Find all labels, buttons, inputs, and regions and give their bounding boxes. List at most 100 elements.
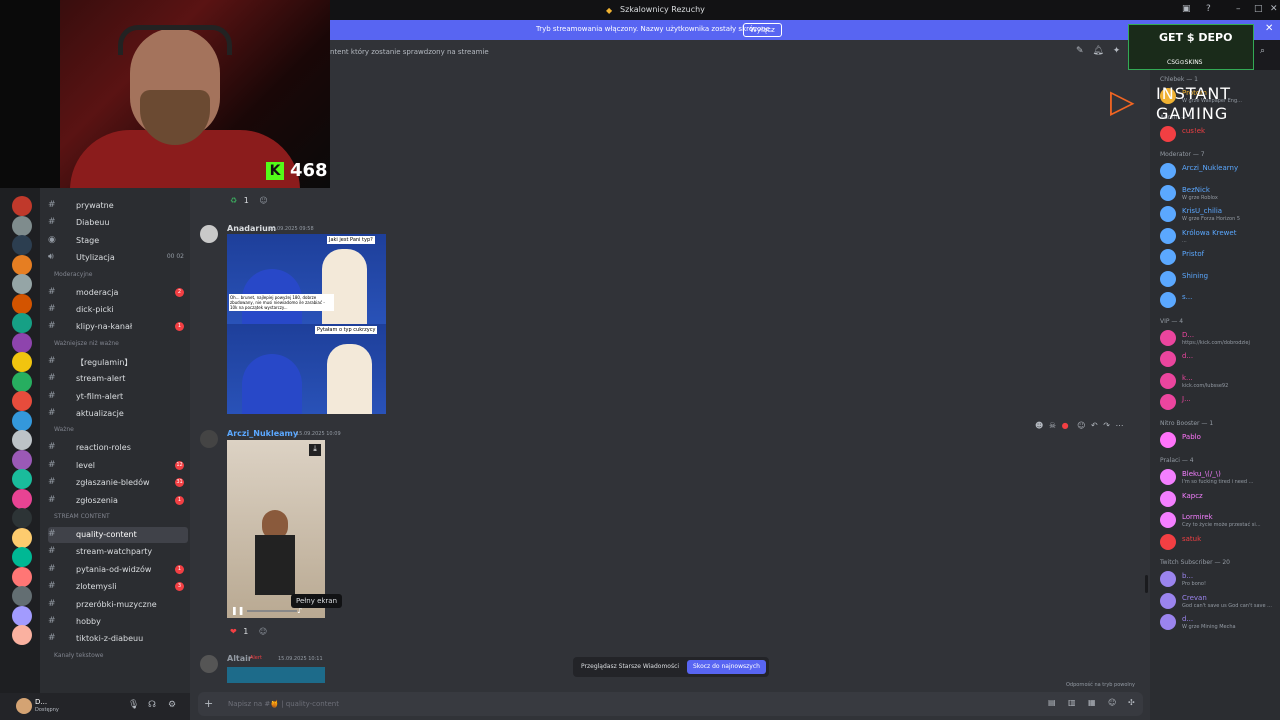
member-item[interactable]: Lormirek Czy to życie może przestać si... — [1160, 510, 1280, 530]
message-author[interactable]: Arczi_Nukleamy — [227, 429, 298, 438]
channel-item[interactable]: # 【regulamin】 — [48, 354, 188, 370]
channel-item[interactable]: # Diabeuu — [48, 215, 188, 231]
channel-item[interactable]: # dick-picki — [48, 302, 188, 318]
server-icon[interactable] — [12, 371, 32, 392]
jump-to-latest-button[interactable]: Skocz do najnowszych — [687, 660, 766, 674]
server-icon[interactable] — [12, 332, 32, 353]
minimize-button[interactable]: – — [1236, 4, 1241, 14]
server-icon[interactable] — [12, 254, 32, 275]
sticker-icon[interactable]: ▦ — [1088, 698, 1096, 707]
chat-scrollbar[interactable] — [1145, 575, 1148, 593]
add-reaction-icon[interactable]: ☺ — [259, 627, 267, 636]
pin-icon[interactable]: ✦ — [1113, 46, 1121, 56]
server-icon[interactable] — [12, 235, 32, 255]
channel-item[interactable]: # tiktoki-z-diabeuu — [48, 631, 188, 647]
server-icon[interactable] — [12, 488, 32, 509]
channel-item[interactable]: # klipy-na-kanał 1 — [48, 319, 188, 335]
member-item[interactable]: Pristof — [1160, 247, 1280, 267]
server-icon[interactable] — [12, 449, 32, 470]
server-icon[interactable] — [12, 313, 32, 333]
channel-item[interactable]: # aktualizacje — [48, 406, 188, 422]
emoji-picker-icon[interactable]: ☺ — [1108, 698, 1116, 707]
member-item[interactable]: KrisU_chilia W grze Forza Horizon 5 — [1160, 204, 1280, 224]
server-icon[interactable] — [12, 430, 32, 450]
server-icon[interactable] — [12, 547, 32, 567]
plus-icon[interactable]: + — [204, 697, 213, 710]
channel-category[interactable]: Ważne — [54, 426, 74, 433]
channel-item[interactable]: # reaction-roles — [48, 440, 188, 456]
channel-category[interactable]: Ważniejsze niż ważne — [54, 340, 119, 347]
channel-item[interactable]: # przeróbki-muzyczne — [48, 597, 188, 613]
banner-close-icon[interactable]: ✕ — [1265, 23, 1273, 34]
download-icon[interactable]: ⤓ — [309, 444, 321, 456]
channel-item[interactable]: # zlotemysli 3 — [48, 579, 188, 595]
threads-icon[interactable]: ✎ — [1076, 46, 1084, 56]
server-icon[interactable] — [12, 352, 32, 372]
member-item[interactable]: BezNick W grze Roblox — [1160, 183, 1280, 203]
server-icon[interactable] — [12, 586, 32, 606]
channel-item[interactable]: # stream-watchparty — [48, 544, 188, 560]
channel-category[interactable]: Moderacyjne — [54, 271, 93, 278]
server-icon[interactable] — [12, 566, 32, 587]
channel-item[interactable]: # moderacja 2 — [48, 285, 188, 301]
avatar[interactable] — [200, 655, 218, 673]
reply-icon[interactable]: ↶ — [1091, 421, 1098, 430]
forward-icon[interactable]: ↷ — [1103, 421, 1110, 430]
help-icon[interactable]: ? — [1206, 4, 1211, 14]
member-item[interactable]: Kapcz — [1160, 489, 1280, 509]
channel-item[interactable]: # stream-alert — [48, 371, 188, 387]
gift-icon[interactable]: ▤ — [1048, 698, 1056, 707]
headphones-icon[interactable]: ☊ — [148, 700, 156, 710]
server-icon[interactable] — [12, 293, 32, 314]
channel-item[interactable]: 🔊︎ Utylizacja 00 02 — [48, 250, 188, 266]
member-item[interactable]: s... — [1160, 290, 1280, 310]
member-item[interactable]: b... Pro bono! — [1160, 569, 1280, 589]
server-icon[interactable] — [12, 625, 32, 645]
member-item[interactable]: J... — [1160, 392, 1280, 412]
message-author[interactable]: Altair — [227, 654, 252, 663]
server-icon[interactable] — [12, 274, 32, 294]
add-reaction-icon[interactable]: ☺ — [259, 196, 267, 205]
mic-icon[interactable]: 🎙︎ — [128, 700, 139, 710]
gif-icon[interactable]: ▥ — [1068, 698, 1076, 707]
channel-item[interactable]: # pytania-od-widzów 1 — [48, 562, 188, 578]
recycle-reaction[interactable]: ♻ — [230, 196, 237, 205]
video-progress[interactable] — [247, 610, 297, 612]
member-item[interactable]: D... https://kick.com/dobrodziej — [1160, 328, 1280, 348]
channel-category[interactable]: STREAM CONTENT — [54, 513, 110, 520]
pause-icon[interactable]: ❚❚ — [231, 606, 244, 615]
member-item[interactable]: satuk — [1160, 532, 1280, 552]
channel-item[interactable]: # yt-film-alert — [48, 389, 188, 405]
avatar[interactable] — [16, 698, 32, 714]
member-item[interactable]: Crevan God can't save us God can't save .… — [1160, 591, 1280, 611]
embed-preview[interactable] — [227, 667, 325, 683]
apps-icon[interactable]: ✣ — [1128, 698, 1135, 707]
server-icon[interactable] — [12, 605, 32, 626]
emoji-icon[interactable]: ☻ — [1035, 421, 1043, 430]
video-player[interactable]: ⤓ ❚❚ ♪ — [227, 440, 325, 618]
member-item[interactable]: Bleku_\(/_\) I'm so fucking tired i need … — [1160, 467, 1280, 487]
channel-item[interactable]: # zgłaszanie-bledów 31 — [48, 475, 188, 491]
server-icon[interactable] — [12, 196, 32, 216]
search-icon[interactable]: ⌕ — [1260, 46, 1265, 56]
skull-icon[interactable]: ☠ — [1049, 421, 1056, 430]
message-input[interactable]: + Napisz na #🍯 | quality-content ▤ ▥ ▦ ☺… — [198, 692, 1143, 716]
channel-category[interactable]: Kanały tekstowe — [54, 652, 103, 659]
member-item[interactable]: Shining — [1160, 269, 1280, 289]
server-icon[interactable] — [12, 391, 32, 411]
member-item[interactable]: Pablo — [1160, 430, 1280, 450]
server-icon[interactable] — [12, 215, 32, 236]
server-icon[interactable] — [12, 527, 32, 548]
meme-image[interactable]: Jaki jest Pani typ? Oh... brunet, najlep… — [227, 234, 386, 414]
channel-item[interactable]: # level 12 — [48, 458, 188, 474]
server-icon[interactable] — [12, 469, 32, 489]
channel-item[interactable]: # zgłoszenia 1 — [48, 493, 188, 509]
maximize-button[interactable]: □ — [1254, 4, 1263, 14]
channel-item[interactable]: # prywatne — [48, 198, 188, 214]
flag-icon[interactable]: ● — [1062, 421, 1069, 430]
more-icon[interactable]: ⋯ — [1116, 421, 1124, 430]
avatar[interactable] — [200, 430, 218, 448]
disable-streamer-button[interactable]: Wyłącz — [743, 23, 782, 37]
channel-item[interactable]: ◉ Stage — [48, 233, 188, 249]
member-item[interactable]: Arczi_Nuklearny — [1160, 161, 1280, 181]
